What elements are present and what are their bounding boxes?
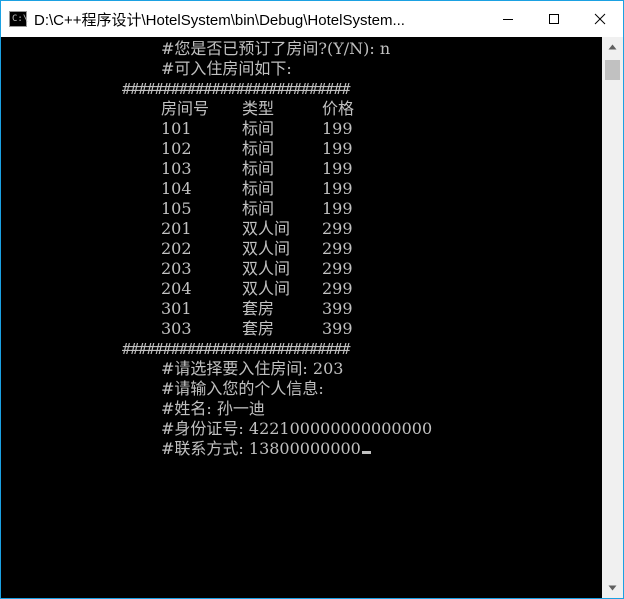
maximize-button[interactable] bbox=[531, 1, 577, 37]
table-cell-room-type: 标间 bbox=[242, 139, 275, 158]
table-cell-room-type: 标间 bbox=[242, 199, 275, 218]
table-cell-room-type: 双人间 bbox=[242, 219, 291, 238]
table-cell-room-number: 102 bbox=[161, 139, 192, 158]
table-cell-room-price: 299 bbox=[322, 239, 353, 258]
table-cell-room-price: 399 bbox=[322, 299, 353, 318]
contact-line[interactable]: #联系方式: 13800000000 bbox=[161, 439, 371, 459]
table-cell-room-number: 201 bbox=[161, 219, 192, 238]
table-cell-room-number: 101 bbox=[161, 119, 192, 138]
table-cell-room-type: 标间 bbox=[242, 179, 275, 198]
table-cell-room-number: 203 bbox=[161, 259, 192, 278]
title-bar[interactable]: C:\ D:\C++程序设计\HotelSystem\bin\Debug\Hot… bbox=[1, 1, 623, 37]
table-cell-room-number: 303 bbox=[161, 319, 192, 338]
id-number-line: #身份证号: 422100000000000000 bbox=[161, 419, 433, 438]
table-cell-room-price: 199 bbox=[322, 159, 353, 178]
table-cell-room-number: 202 bbox=[161, 239, 192, 258]
separator-top: ############################ bbox=[122, 80, 351, 98]
table-cell-room-price: 199 bbox=[322, 199, 353, 218]
table-cell-room-price: 299 bbox=[322, 259, 353, 278]
table-header-room-price: 价格 bbox=[322, 99, 355, 118]
table-cell-room-type: 标间 bbox=[242, 159, 275, 178]
close-icon bbox=[594, 13, 606, 25]
table-cell-room-type: 双人间 bbox=[242, 279, 291, 298]
console-output[interactable]: #您是否已预订了房间?(Y/N): n #可入住房间如下: ##########… bbox=[1, 37, 602, 598]
scroll-up-arrow-icon bbox=[608, 44, 617, 50]
minimize-button[interactable] bbox=[485, 1, 531, 37]
enter-info-line: #请输入您的个人信息: bbox=[161, 379, 324, 398]
name-line: #姓名: 孙一迪 bbox=[161, 399, 265, 418]
scroll-down-button[interactable] bbox=[602, 578, 623, 598]
contact-text: #联系方式: 13800000000 bbox=[161, 439, 361, 458]
separator-bottom: ############################ bbox=[122, 340, 351, 358]
vertical-scrollbar[interactable] bbox=[602, 37, 623, 598]
minimize-icon bbox=[503, 19, 513, 20]
table-cell-room-price: 199 bbox=[322, 119, 353, 138]
table-cell-room-type: 套房 bbox=[242, 319, 275, 338]
app-icon-glyph: C:\ bbox=[12, 13, 29, 24]
table-cell-room-type: 双人间 bbox=[242, 259, 291, 278]
table-cell-room-number: 103 bbox=[161, 159, 192, 178]
table-cell-room-price: 299 bbox=[322, 219, 353, 238]
table-cell-room-number: 301 bbox=[161, 299, 192, 318]
console-window: C:\ D:\C++程序设计\HotelSystem\bin\Debug\Hot… bbox=[0, 0, 624, 599]
table-cell-room-number: 204 bbox=[161, 279, 192, 298]
console-app-icon[interactable]: C:\ bbox=[9, 11, 29, 27]
table-cell-room-price: 299 bbox=[322, 279, 353, 298]
text-cursor bbox=[361, 451, 371, 454]
table-cell-room-type: 标间 bbox=[242, 119, 275, 138]
scroll-down-arrow-icon bbox=[608, 585, 617, 591]
table-cell-room-price: 399 bbox=[322, 319, 353, 338]
maximize-icon bbox=[549, 14, 559, 24]
choose-room-line: #请选择要入住房间: 203 bbox=[161, 359, 344, 378]
close-button[interactable] bbox=[577, 1, 623, 37]
table-cell-room-type: 套房 bbox=[242, 299, 275, 318]
scrollbar-thumb[interactable] bbox=[605, 60, 620, 80]
table-cell-room-number: 105 bbox=[161, 199, 192, 218]
table-header-room-type: 类型 bbox=[242, 99, 275, 118]
scroll-up-button[interactable] bbox=[602, 37, 623, 57]
window-title: D:\C++程序设计\HotelSystem\bin\Debug\HotelSy… bbox=[34, 11, 405, 29]
reserve-question-line: #您是否已预订了房间?(Y/N): n bbox=[161, 39, 391, 58]
table-cell-room-price: 199 bbox=[322, 179, 353, 198]
table-cell-room-price: 199 bbox=[322, 139, 353, 158]
table-cell-room-number: 104 bbox=[161, 179, 192, 198]
table-cell-room-type: 双人间 bbox=[242, 239, 291, 258]
available-rooms-title: #可入住房间如下: bbox=[161, 59, 292, 78]
table-header-room-number: 房间号 bbox=[161, 99, 210, 118]
